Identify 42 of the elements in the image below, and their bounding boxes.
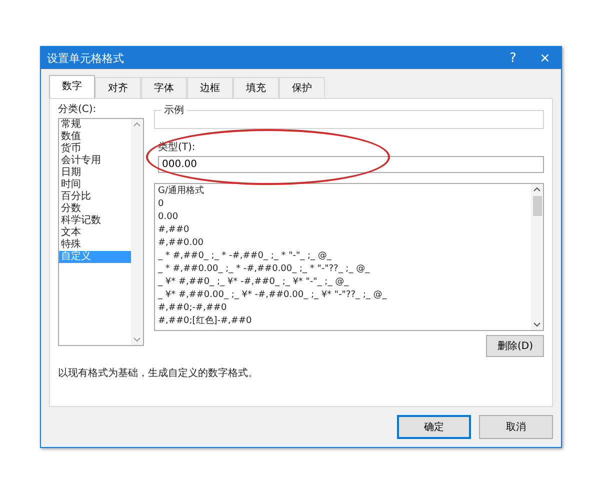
format-item[interactable]: #,##0	[158, 224, 528, 237]
category-item[interactable]: 特殊	[59, 239, 131, 251]
scroll-down-icon[interactable]	[533, 322, 541, 327]
format-item[interactable]: _ * #,##0.00_ ;_ * -#,##0.00_ ;_ * "-"??_ ;_ @_	[158, 263, 528, 276]
category-item[interactable]: 货币	[59, 143, 131, 155]
delete-button[interactable]: 删除(D)	[486, 335, 544, 357]
scrollbar[interactable]	[531, 184, 543, 330]
category-item[interactable]: 分数	[59, 203, 131, 215]
format-item[interactable]: _ * #,##0_ ;_ * -#,##0_ ;_ * "-"_ ;_ @_	[158, 250, 528, 263]
format-item[interactable]: _ ¥* #,##0.00_ ;_ ¥* -#,##0.00_ ;_ ¥* "-"??_ ;_ @_	[158, 289, 528, 302]
format-item[interactable]: #,##0;-#,##0	[158, 302, 528, 315]
format-item[interactable]: 0	[158, 198, 528, 211]
category-item[interactable]: 科学记数	[59, 215, 131, 227]
ok-button[interactable]: 确定	[397, 415, 471, 439]
format-item[interactable]: #,##0;[红色]-#,##0	[158, 315, 528, 328]
description-text: 以现有格式为基础，生成自定义的数字格式。	[58, 367, 259, 380]
category-item[interactable]: 常规	[59, 119, 131, 131]
format-item[interactable]: G/通用格式	[158, 185, 528, 198]
category-label: 分类(C):	[58, 103, 98, 116]
tab[interactable]: 边框	[187, 77, 233, 98]
tab[interactable]: 字体	[141, 77, 187, 98]
category-item[interactable]: 百分比	[59, 191, 131, 203]
format-item[interactable]: #,##0.00	[158, 237, 528, 250]
tab[interactable]: 填充	[233, 77, 279, 98]
tab[interactable]: 对齐	[95, 77, 141, 98]
tab[interactable]: 数字	[49, 75, 95, 98]
window-title: 设置单元格格式	[47, 50, 125, 66]
format-item[interactable]: _ ¥* #,##0_ ;_ ¥* -#,##0_ ;_ ¥* "-"_ ;_ @_	[158, 276, 528, 289]
scroll-up-icon[interactable]	[533, 187, 541, 192]
category-item[interactable]: 数值	[59, 131, 131, 143]
scroll-thumb[interactable]	[532, 196, 542, 216]
cancel-button[interactable]: 取消	[479, 415, 553, 439]
sample-label: 示例	[163, 104, 185, 117]
category-item[interactable]: 文本	[59, 227, 131, 239]
category-item[interactable]: 时间	[59, 179, 131, 191]
tab[interactable]: 保护	[279, 77, 325, 98]
format-item[interactable]: 0.00	[158, 211, 528, 224]
category-item[interactable]: 日期	[59, 167, 131, 179]
category-item[interactable]: 会计专用	[59, 155, 131, 167]
type-input-field[interactable]: 000.00	[158, 156, 544, 173]
help-button[interactable]: ?	[497, 47, 529, 69]
close-button[interactable]: ×	[529, 47, 561, 69]
